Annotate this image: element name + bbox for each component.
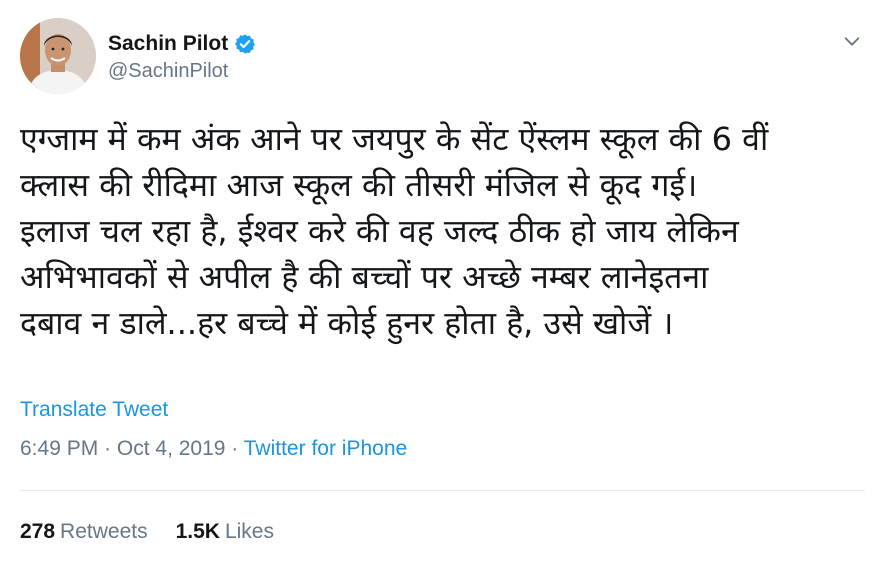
tweet-text-line: क्लास की रीदिमा आज स्कूल की तीसरी मंजिल … bbox=[20, 166, 698, 204]
tweet-card: Sachin Pilot @SachinPilot एग्जाम में कम … bbox=[0, 0, 875, 583]
avatar-image bbox=[20, 18, 96, 94]
likes-label: Likes bbox=[224, 520, 274, 543]
verified-badge-icon bbox=[235, 34, 256, 54]
author-handle[interactable]: @SachinPilot bbox=[108, 60, 228, 83]
tweet-stats: 278 Retweets 1.5K Likes bbox=[20, 520, 302, 544]
tweet-text-line: दबाव न डाले...हर बच्चे में कोई हुनर होता… bbox=[20, 304, 674, 342]
likes-count: 1.5K bbox=[175, 520, 220, 543]
tweet-text-line: अभिभावकों से अपील है की बच्चों पर अच्छे … bbox=[20, 258, 709, 296]
likes-stat[interactable]: 1.5K Likes bbox=[176, 520, 274, 544]
tweet-text: एग्जाम में कम अंक आने पर जयपुर के सेंट ऐ… bbox=[20, 116, 860, 346]
chevron-down-icon[interactable] bbox=[841, 30, 863, 52]
author-name-row: Sachin Pilot bbox=[108, 30, 256, 58]
divider bbox=[20, 490, 865, 491]
translate-tweet-link[interactable]: Translate Tweet bbox=[20, 398, 168, 422]
retweets-count: 278 bbox=[20, 520, 56, 543]
retweets-label: Retweets bbox=[60, 520, 148, 543]
meta-separator: · bbox=[98, 437, 117, 460]
tweet-text-line: इलाज चल रहा है, ईश्वर करे की वह जल्द ठीक… bbox=[20, 212, 739, 250]
tweet-date[interactable]: Oct 4, 2019 bbox=[117, 437, 226, 460]
author-display-name[interactable]: Sachin Pilot bbox=[108, 32, 228, 56]
avatar[interactable] bbox=[20, 18, 96, 94]
tweet-text-line: एग्जाम में कम अंक आने पर जयपुर के सेंट ऐ… bbox=[20, 120, 769, 158]
retweets-stat[interactable]: 278 Retweets bbox=[20, 520, 148, 544]
tweet-time[interactable]: 6:49 PM bbox=[20, 437, 98, 460]
meta-separator: · bbox=[225, 437, 244, 460]
tweet-metadata: 6:49 PM · Oct 4, 2019 · Twitter for iPho… bbox=[20, 437, 407, 461]
tweet-source-link[interactable]: Twitter for iPhone bbox=[244, 437, 407, 460]
